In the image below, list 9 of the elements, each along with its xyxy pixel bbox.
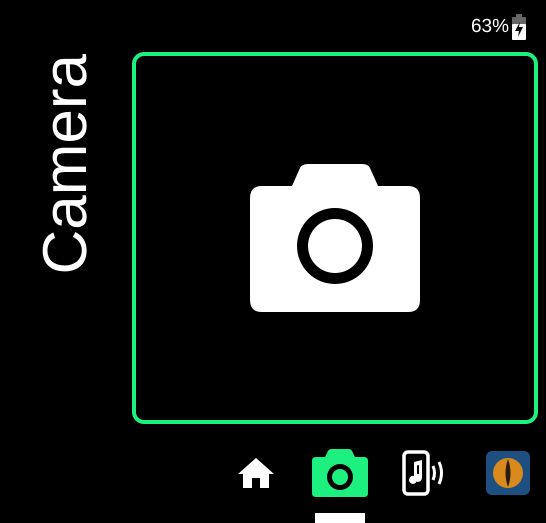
camera-icon (312, 449, 368, 497)
battery-level: 63% (470, 15, 509, 39)
camera-panel[interactable] (132, 52, 538, 424)
phone-music-icon (402, 450, 446, 496)
home-icon (238, 458, 274, 488)
eye-app-icon (486, 451, 530, 495)
screen-title: Camera (35, 54, 97, 274)
nav-tab[interactable] (312, 447, 368, 499)
camera-icon (250, 164, 420, 312)
